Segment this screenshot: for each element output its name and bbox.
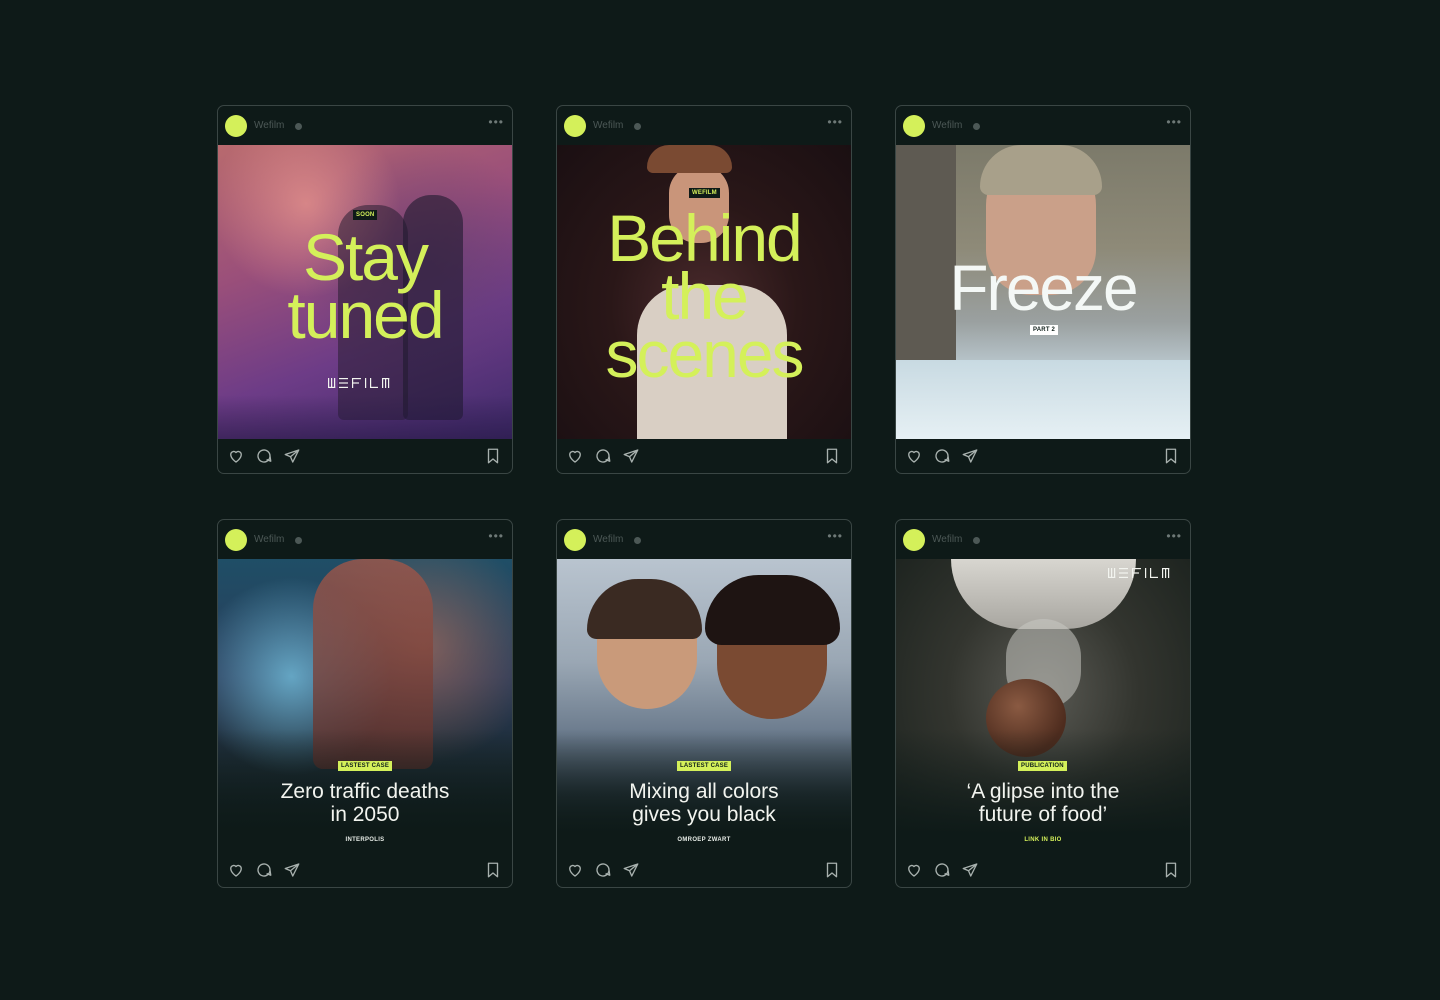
account-name[interactable]: Wefilm	[593, 120, 623, 131]
bookmark-icon[interactable]	[484, 447, 502, 465]
post-tag: LASTEST CASE	[677, 761, 732, 771]
bookmark-icon[interactable]	[823, 447, 841, 465]
heart-icon[interactable]	[227, 861, 245, 879]
heart-icon[interactable]	[566, 447, 584, 465]
heart-icon[interactable]	[566, 861, 584, 879]
post-title-line-1: Zero traffic deaths	[280, 780, 450, 803]
more-icon[interactable]: •••	[1166, 115, 1182, 129]
verified-icon	[973, 123, 980, 130]
post-image[interactable]: Freeze PART 2	[896, 145, 1190, 439]
post-header: Wefilm •••	[218, 520, 512, 559]
verified-icon	[634, 123, 641, 130]
post-subtitle: INTERPOLIS	[345, 837, 385, 843]
post-tag: PART 2	[1030, 325, 1059, 335]
post-actions	[218, 853, 512, 887]
post-header: Wefilm •••	[896, 520, 1190, 559]
post-image[interactable]: PUBLICATION ‘A glipse into the future of…	[896, 559, 1190, 853]
figure-hair-right	[705, 575, 840, 645]
verified-icon	[634, 537, 641, 544]
figure-hair-left	[587, 579, 702, 639]
post-card-mixing-all-colors[interactable]: Wefilm ••• LASTEST CASE Mixing all color…	[556, 519, 852, 888]
more-icon[interactable]: •••	[827, 115, 843, 129]
verified-icon	[295, 123, 302, 130]
bookmark-icon[interactable]	[484, 861, 502, 879]
post-headline: Freeze	[949, 252, 1138, 324]
post-header: Wefilm •••	[896, 106, 1190, 145]
post-image[interactable]: LASTEST CASE Mixing all colors gives you…	[557, 559, 851, 853]
ice-bath	[896, 360, 1190, 439]
post-image[interactable]: WEFILM Behind the scenes	[557, 145, 851, 439]
comment-icon[interactable]	[255, 447, 273, 465]
more-icon[interactable]: •••	[488, 529, 504, 543]
comment-icon[interactable]	[255, 861, 273, 879]
figure-hair	[980, 145, 1102, 195]
post-header: Wefilm •••	[557, 520, 851, 559]
avatar[interactable]	[225, 529, 247, 551]
share-icon[interactable]	[283, 861, 301, 879]
account-name[interactable]: Wefilm	[254, 534, 284, 545]
share-icon[interactable]	[283, 447, 301, 465]
avatar[interactable]	[564, 115, 586, 137]
post-actions	[557, 439, 851, 473]
comment-icon[interactable]	[933, 447, 951, 465]
post-card-zero-traffic-deaths[interactable]: Wefilm ••• LASTEST CASE Zero traffic dea…	[217, 519, 513, 888]
post-header: Wefilm •••	[557, 106, 851, 145]
more-icon[interactable]: •••	[1166, 529, 1182, 543]
post-header: Wefilm •••	[218, 106, 512, 145]
bookmark-icon[interactable]	[823, 861, 841, 879]
account-name[interactable]: Wefilm	[932, 534, 962, 545]
avatar[interactable]	[903, 115, 925, 137]
post-subtitle[interactable]: LINK IN BIO	[896, 837, 1190, 843]
post-title-line-1: ‘A glipse into the	[966, 780, 1120, 803]
avatar[interactable]	[564, 529, 586, 551]
post-image[interactable]: SOON Stay tuned	[218, 145, 512, 439]
wefilm-logo	[328, 378, 402, 388]
account-name[interactable]: Wefilm	[254, 120, 284, 131]
verified-icon	[295, 537, 302, 544]
verified-icon	[973, 537, 980, 544]
wefilm-logo	[1108, 568, 1182, 578]
post-title-line-2: future of food’	[978, 803, 1108, 826]
post-tag: LASTEST CASE	[338, 761, 393, 771]
avatar[interactable]	[903, 529, 925, 551]
more-icon[interactable]: •••	[827, 529, 843, 543]
post-tag: SOON	[353, 210, 378, 220]
avatar[interactable]	[225, 115, 247, 137]
comment-icon[interactable]	[594, 861, 612, 879]
post-image[interactable]: LASTEST CASE Zero traffic deaths in 2050…	[218, 559, 512, 853]
post-actions	[896, 853, 1190, 887]
share-icon[interactable]	[961, 861, 979, 879]
post-title-line-1: Mixing all colors	[629, 780, 779, 803]
figure-cap	[647, 145, 732, 173]
post-card-future-of-food[interactable]: Wefilm ••• PUBLICATION ‘A glipse into th…	[895, 519, 1191, 888]
floor-shade	[218, 395, 512, 439]
post-actions	[218, 439, 512, 473]
post-tag: WEFILM	[689, 188, 720, 198]
comment-icon[interactable]	[594, 447, 612, 465]
heart-icon[interactable]	[905, 861, 923, 879]
account-name[interactable]: Wefilm	[593, 534, 623, 545]
post-card-freeze[interactable]: Wefilm ••• Freeze PART 2	[895, 105, 1191, 474]
comment-icon[interactable]	[933, 861, 951, 879]
bookmark-icon[interactable]	[1162, 861, 1180, 879]
post-subtitle: OMROEP ZWART	[677, 837, 731, 843]
post-title-line-2: gives you black	[632, 803, 776, 826]
heart-icon[interactable]	[227, 447, 245, 465]
post-headline-line-3: scenes	[605, 317, 804, 391]
account-name[interactable]: Wefilm	[932, 120, 962, 131]
more-icon[interactable]: •••	[488, 115, 504, 129]
post-card-behind-the-scenes[interactable]: Wefilm ••• WEFILM Behind the scenes	[556, 105, 852, 474]
post-actions	[557, 853, 851, 887]
post-card-stay-tuned[interactable]: Wefilm ••• SOON Stay tuned	[217, 105, 513, 474]
post-title-line-2: in 2050	[330, 803, 400, 826]
heart-icon[interactable]	[905, 447, 923, 465]
share-icon[interactable]	[622, 447, 640, 465]
post-headline-line-2: tuned	[287, 278, 444, 352]
post-actions	[896, 439, 1190, 473]
share-icon[interactable]	[961, 447, 979, 465]
bookmark-icon[interactable]	[1162, 447, 1180, 465]
post-tag: PUBLICATION	[1018, 761, 1067, 771]
share-icon[interactable]	[622, 861, 640, 879]
